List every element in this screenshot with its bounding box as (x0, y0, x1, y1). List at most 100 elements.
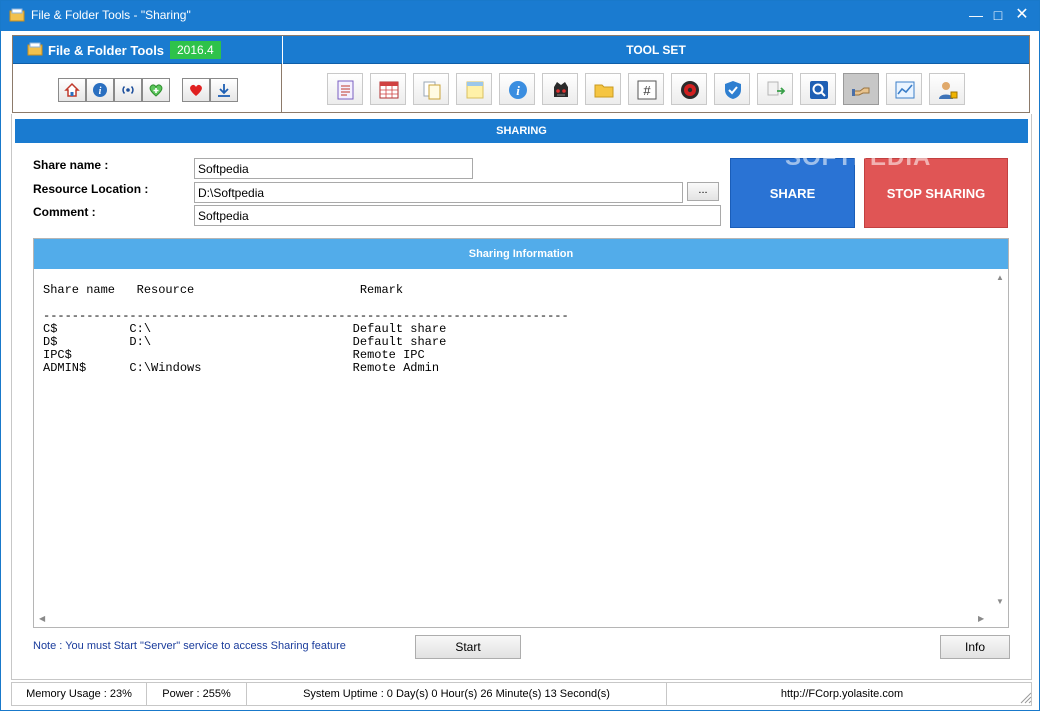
broadcast-icon (122, 85, 134, 95)
sharing-info-panel: Sharing Information Share name Resource … (33, 238, 1009, 628)
file-convert-icon (767, 81, 786, 96)
broadcast-button[interactable] (114, 78, 142, 102)
share-row-name: IPC$ (43, 348, 130, 362)
toolset-panel: TOOL SET i # (283, 36, 1029, 112)
share-row: ADMIN$ C:\Windows Remote Admin (43, 361, 439, 375)
chart-icon (895, 81, 915, 99)
gear-red-icon (681, 81, 699, 99)
sticky-note-icon (466, 81, 484, 99)
tool-convert-button[interactable] (757, 73, 793, 105)
vertical-scrollbar[interactable]: ▲ ▼ (992, 271, 1008, 611)
maximize-button[interactable]: □ (987, 5, 1009, 25)
download-icon (218, 84, 230, 97)
version-badge: 2016.4 (170, 41, 221, 59)
resource-location-input[interactable] (194, 182, 683, 203)
tool-note-button[interactable] (456, 73, 492, 105)
share-row-name: D$ (43, 335, 130, 349)
brand-panel: File & Folder Tools 2016.4 i (13, 36, 282, 112)
info-rows: C$ C:\ Default share D$ D:\ Default shar… (43, 322, 446, 375)
minimize-button[interactable]: — (965, 5, 987, 25)
share-row: IPC$ Remote IPC (43, 348, 425, 362)
window-title: File & Folder Tools - "Sharing" (31, 8, 191, 22)
comment-label: Comment : (33, 205, 96, 219)
share-row-resource (129, 348, 352, 362)
share-row-name: C$ (43, 322, 130, 336)
resize-grip-icon[interactable] (1017, 689, 1033, 705)
app-folder-icon (9, 8, 25, 22)
about-button[interactable]: i (86, 78, 114, 102)
title-bar: File & Folder Tools - "Sharing" — □ ✕ (1, 1, 1039, 31)
tool-user-lock-button[interactable] (929, 73, 965, 105)
brand-bar: File & Folder Tools 2016.4 (13, 36, 282, 64)
tool-search-button[interactable] (800, 73, 836, 105)
memory-usage: Memory Usage : 23% (12, 683, 147, 705)
tool-chart-button[interactable] (886, 73, 922, 105)
info-icon: i (93, 83, 107, 97)
favorite-button[interactable] (182, 78, 210, 102)
tool-file-list-button[interactable] (327, 73, 363, 105)
tool-calendar-button[interactable] (370, 73, 406, 105)
start-button[interactable]: Start (415, 635, 521, 659)
info-button[interactable]: Info (940, 635, 1010, 659)
health-button[interactable] (142, 78, 170, 102)
info-header-line: Share name Resource Remark (43, 283, 404, 297)
robot-icon (554, 82, 568, 97)
sharing-info-text[interactable]: Share name Resource Remark -------------… (43, 284, 569, 375)
brand-name: File & Folder Tools (48, 43, 165, 58)
toolset-bar: TOOL SET (283, 36, 1029, 64)
scroll-right-arrow[interactable]: ▶ (978, 614, 984, 623)
home-button[interactable] (58, 78, 86, 102)
share-name-label: Share name : (33, 158, 109, 172)
share-row-remark: Default share (352, 322, 447, 336)
close-button[interactable]: ✕ (1011, 5, 1033, 25)
shield-check-icon (725, 81, 741, 99)
app-window: File & Folder Tools - "Sharing" — □ ✕ Fi… (0, 0, 1040, 711)
status-bar: Memory Usage : 23% Power : 255% System U… (11, 682, 1032, 706)
svg-text:i: i (99, 86, 102, 97)
tool-info-button[interactable]: i (499, 73, 535, 105)
share-row-name: ADMIN$ (43, 361, 130, 375)
system-uptime: System Uptime : 0 Day(s) 0 Hour(s) 26 Mi… (247, 683, 667, 705)
share-row-remark: Remote Admin (352, 361, 440, 375)
share-row-remark: Default share (352, 335, 447, 349)
user-lock-icon (939, 82, 958, 99)
tool-sharing-button[interactable] (843, 73, 879, 105)
search-icon (810, 81, 828, 99)
file-list-icon (337, 80, 354, 100)
website-link[interactable]: http://FCorp.yolasite.com (667, 683, 1017, 705)
power-status: Power : 255% (147, 683, 247, 705)
tool-copy-button[interactable] (413, 73, 449, 105)
horizontal-scrollbar[interactable]: ◀ ▶ (34, 611, 992, 627)
brand-folder-icon (27, 42, 43, 56)
browse-button[interactable]: ... (687, 182, 719, 201)
info-separator: ----------------------------------------… (43, 309, 569, 323)
info-circle-icon: i (509, 81, 527, 99)
home-icon (64, 82, 80, 97)
scroll-down-arrow[interactable]: ▼ (996, 597, 1004, 606)
tool-shield-button[interactable] (714, 73, 750, 105)
tool-robot-button[interactable] (542, 73, 578, 105)
scroll-up-arrow[interactable]: ▲ (996, 273, 1004, 282)
download-button[interactable] (210, 78, 238, 102)
tool-folder-button[interactable] (585, 73, 621, 105)
share-name-input[interactable] (194, 158, 473, 179)
heart-icon (190, 84, 202, 96)
header-panel: File & Folder Tools 2016.4 i TOOL SET i … (12, 35, 1030, 113)
copy-documents-icon (423, 81, 441, 100)
share-row-resource: C:\ (129, 322, 353, 336)
share-row-resource: D:\ (129, 335, 353, 349)
share-row: C$ C:\ Default share (43, 322, 446, 336)
toolset-title: TOOL SET (626, 43, 686, 57)
share-row: D$ D:\ Default share (43, 335, 446, 349)
hash-icon: # (637, 80, 657, 100)
tool-settings-button[interactable] (671, 73, 707, 105)
folder-icon (594, 84, 614, 98)
share-row-resource: C:\Windows (129, 361, 353, 375)
comment-input[interactable] (194, 205, 721, 226)
svg-text:i: i (516, 83, 520, 98)
section-title: SHARING (15, 119, 1028, 143)
svg-text:#: # (643, 83, 651, 98)
tool-hash-button[interactable]: # (628, 73, 664, 105)
scroll-left-arrow[interactable]: ◀ (39, 614, 45, 623)
share-row-remark: Remote IPC (352, 348, 425, 362)
